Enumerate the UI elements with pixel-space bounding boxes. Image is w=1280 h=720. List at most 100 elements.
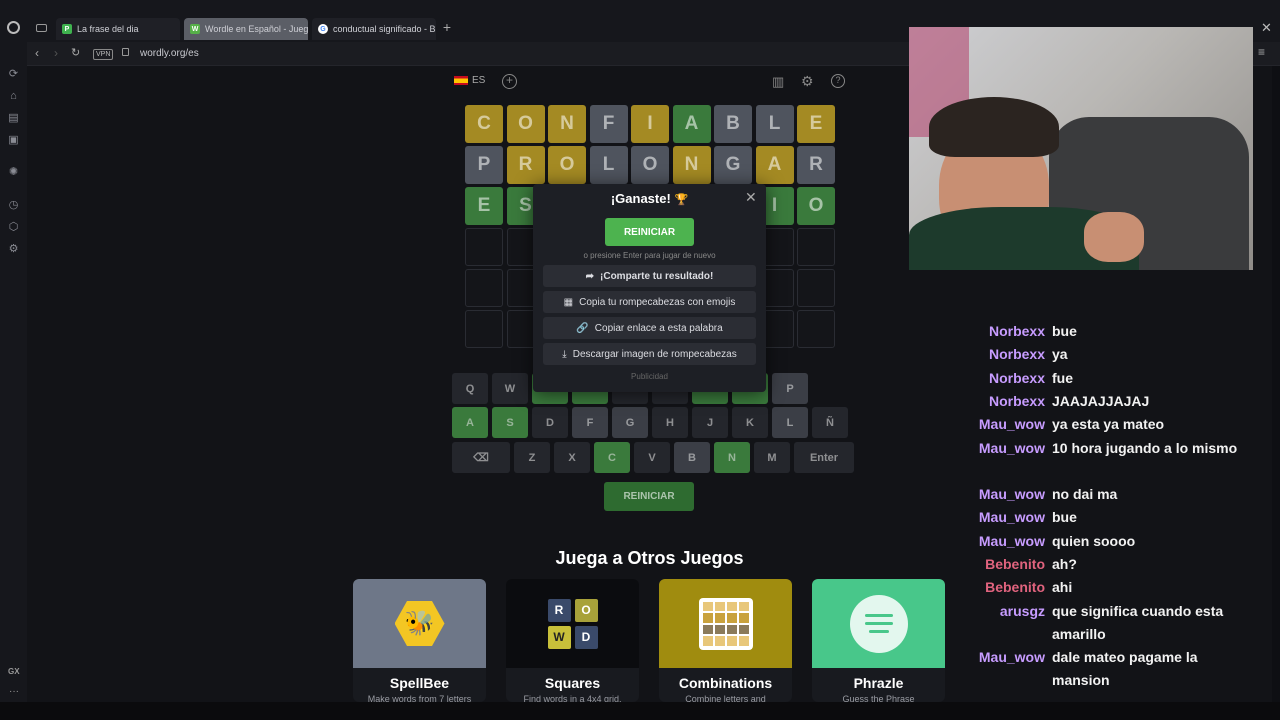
more-icon[interactable]: ···	[9, 686, 19, 697]
board-tile: A	[755, 146, 794, 184]
modal-restart-button[interactable]: REINICIAR	[605, 218, 694, 246]
combinations-art	[659, 579, 792, 668]
tab-conductual[interactable]: G conductual significado - B	[312, 18, 436, 40]
chat-username[interactable]: Norbexx	[958, 367, 1052, 390]
tab-frase[interactable]: P La frase del dia	[56, 18, 180, 40]
board-tile: L	[589, 146, 628, 184]
key[interactable]: Ñ	[812, 407, 848, 438]
board-tile: C	[465, 105, 503, 143]
spellbee-card[interactable]: 🐝 SpellBee Make words from 7 letters	[353, 579, 486, 702]
chat-username[interactable]: Mau_wow	[958, 506, 1052, 529]
chat-username[interactable]: Mau_wow	[958, 483, 1052, 506]
combinations-card[interactable]: Combinations Combine letters and	[659, 579, 792, 702]
chat-username[interactable]: Mau_wow	[958, 437, 1052, 460]
chat-text: 10 hora jugando a lo mismo	[1052, 439, 1238, 456]
key[interactable]: Enter	[794, 442, 854, 473]
chat-username[interactable]: Bebenito	[958, 553, 1052, 576]
bag-icon[interactable]: ⌂	[7, 90, 20, 103]
ai-icon[interactable]: ✺	[7, 166, 20, 179]
board-tile: R	[506, 146, 545, 184]
chat-username[interactable]: Bebenito	[958, 576, 1052, 599]
vpn-badge[interactable]: VPN	[93, 49, 114, 60]
back-icon[interactable]: ‹	[35, 46, 39, 60]
key[interactable]: W	[492, 373, 528, 404]
copy-link-button[interactable]: 🔗 Copiar enlace a esta palabra	[543, 317, 756, 339]
copy-emoji-label: Copia tu rompecabezas con emojis	[579, 296, 736, 308]
chat-username[interactable]: Norbexx	[958, 343, 1052, 366]
restart-button[interactable]: REINICIAR	[604, 482, 694, 511]
key[interactable]: D	[532, 407, 568, 438]
chat-username[interactable]: Norbexx	[958, 320, 1052, 343]
key[interactable]: F	[572, 407, 608, 438]
extensions-icon[interactable]: ⬡	[7, 221, 20, 234]
key[interactable]: Z	[514, 442, 550, 473]
reload-icon[interactable]: ↻	[71, 46, 80, 59]
gx-label[interactable]: GX	[8, 667, 20, 676]
chat-username[interactable]: Norbexx	[958, 390, 1052, 413]
chat-message: Bebenito ahi	[958, 576, 1258, 599]
key[interactable]: M	[754, 442, 790, 473]
key[interactable]: Q	[452, 373, 488, 404]
chat-text: fue	[1052, 369, 1073, 386]
film-icon[interactable]: ▤	[7, 112, 20, 125]
key[interactable]: C	[594, 442, 630, 473]
key[interactable]: ⌫	[452, 442, 510, 473]
modal-title-text: ¡Ganaste!	[610, 191, 671, 206]
chat-message: Mau_wow ya esta ya mateo	[958, 413, 1258, 436]
history-icon[interactable]: ◷	[7, 199, 20, 212]
tab-switcher-icon[interactable]	[36, 24, 47, 32]
key[interactable]: H	[652, 407, 688, 438]
key[interactable]: N	[714, 442, 750, 473]
forward-icon[interactable]: ›	[54, 46, 58, 60]
chat-text: ahi	[1052, 579, 1073, 596]
key[interactable]: B	[674, 442, 710, 473]
webcam-overlay	[909, 27, 1253, 270]
url-field[interactable]: wordly.org/es	[140, 48, 199, 59]
key[interactable]: X	[554, 442, 590, 473]
stats-icon[interactable]: ▥	[772, 74, 784, 90]
settings-icon[interactable]: ⚙	[7, 243, 20, 256]
copy-emoji-button[interactable]: ▦ Copia tu rompecabezas con emojis	[543, 291, 756, 313]
chat-text: ah?	[1052, 555, 1077, 572]
refresh-icon[interactable]: ⟳	[7, 68, 20, 81]
key[interactable]: G	[612, 407, 648, 438]
chat-text: que significa cuando esta amarillo	[1052, 602, 1224, 642]
key[interactable]: V	[634, 442, 670, 473]
phrazle-card[interactable]: Phrazle Guess the Phrase	[812, 579, 945, 702]
tab-wordle[interactable]: W Wordle en Español - Jueg	[184, 18, 308, 40]
square-tile: D	[574, 625, 598, 649]
chat-username[interactable]: Mau_wow	[958, 413, 1052, 436]
key[interactable]: S	[492, 407, 528, 438]
board-tile: F	[589, 105, 628, 143]
close-icon[interactable]: ✕	[745, 189, 757, 206]
help-icon[interactable]: ?	[831, 74, 845, 88]
gear-icon[interactable]: ⚙	[801, 73, 814, 90]
board-tile: E	[797, 105, 835, 143]
squares-card[interactable]: R O W D Squares Find words in a 4x4 grid…	[506, 579, 639, 702]
board-tile: R	[797, 146, 835, 184]
close-window-icon[interactable]: ✕	[1261, 20, 1272, 36]
chat-message: Norbexx JAAJAJJAJAJ	[958, 390, 1258, 413]
key[interactable]: K	[732, 407, 768, 438]
chat-username[interactable]: Mau_wow	[958, 646, 1052, 692]
key[interactable]: J	[692, 407, 728, 438]
chat-username[interactable]: Mau_wow	[958, 530, 1052, 553]
key[interactable]: L	[772, 407, 808, 438]
opera-logo-icon[interactable]	[7, 21, 20, 34]
win-modal: ¡Ganaste! 🏆 ✕ REINICIAR o presione Enter…	[533, 184, 766, 392]
download-image-button[interactable]: ⤓ Descargar imagen de rompecabezas	[543, 343, 756, 365]
add-icon[interactable]: +	[502, 74, 517, 89]
key[interactable]: P	[772, 373, 808, 404]
board-tile: P	[465, 146, 503, 184]
copy-link-label: Copiar enlace a esta palabra	[594, 322, 723, 334]
spain-flag-icon	[454, 76, 468, 85]
new-tab-icon[interactable]: +	[440, 20, 454, 34]
key[interactable]: A	[452, 407, 488, 438]
chat-username[interactable]: arusgz	[958, 600, 1052, 646]
language-selector[interactable]: ES	[454, 75, 485, 86]
share-button[interactable]: ➦ ¡Comparte tu resultado!	[543, 265, 756, 287]
menu-icon[interactable]: ≡	[1258, 45, 1265, 59]
messenger-icon[interactable]: ▣	[7, 134, 20, 147]
tab-title: conductual significado - B	[333, 24, 436, 34]
sidebar: ⟳ ⌂ ▤ ▣ ✺ ◷ ⬡ ⚙ GX ···	[0, 42, 27, 702]
